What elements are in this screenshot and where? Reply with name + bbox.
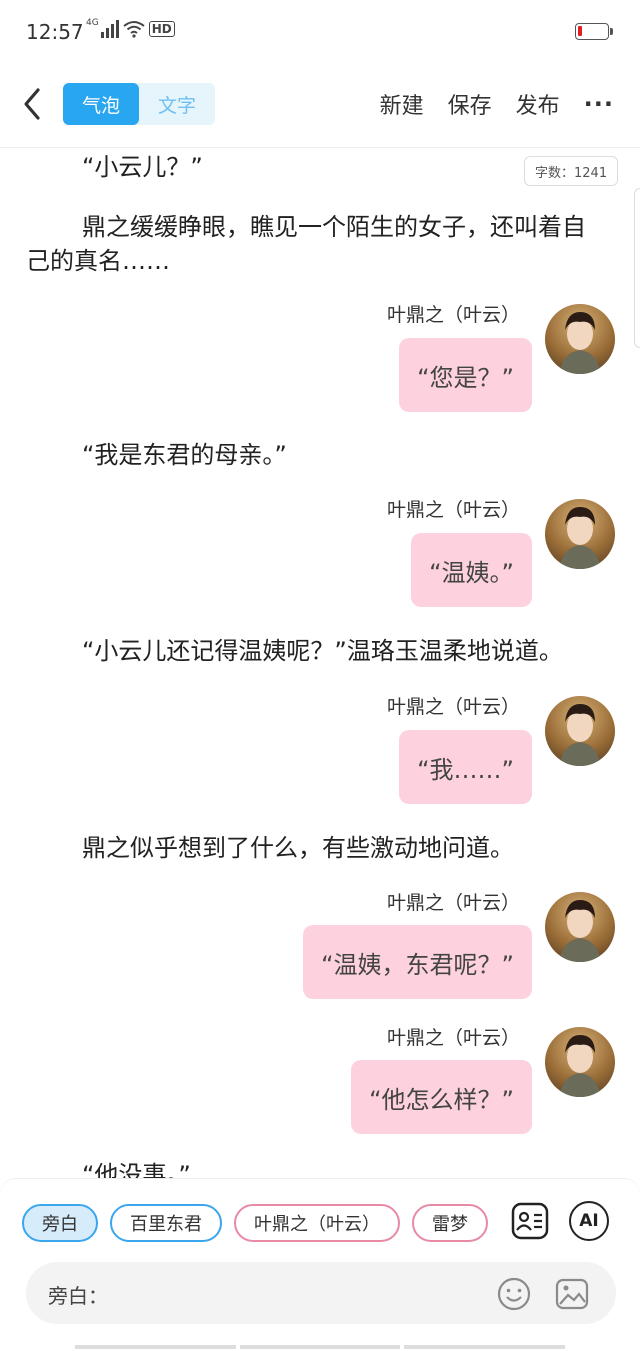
narration-paragraph[interactable]: “他没事。”: [26, 1158, 606, 1178]
chat-bubble[interactable]: “温姨。”: [411, 533, 532, 607]
composer-panel: 旁白 百里东君 叶鼎之（叶云） 雷梦 AI 旁白：: [0, 1178, 640, 1351]
speaker-name: 叶鼎之（叶云）: [386, 696, 520, 718]
role-chip-ye-dingzhi[interactable]: 叶鼎之（叶云）: [234, 1204, 400, 1242]
home-indicator: [75, 1345, 566, 1349]
image-icon[interactable]: [554, 1276, 590, 1312]
avatar-image: [559, 704, 601, 766]
avatar[interactable]: [545, 696, 615, 766]
back-icon[interactable]: [18, 84, 48, 124]
avatar-image: [559, 900, 601, 962]
network-type: 4G: [86, 18, 99, 28]
mode-switch: 气泡 文字: [63, 83, 215, 125]
role-chips: 旁白 百里东君 叶鼎之（叶云） 雷梦: [22, 1204, 492, 1244]
editor-header: 气泡 文字 新建 保存 发布 ···: [0, 66, 640, 148]
more-icon[interactable]: ···: [584, 90, 614, 118]
header-actions: 新建 保存 发布 ···: [380, 88, 614, 120]
role-chip-baili-dongjun[interactable]: 百里东君: [110, 1204, 222, 1242]
avatar-image: [559, 312, 601, 374]
hd-icon: HD: [148, 21, 175, 37]
ai-button[interactable]: AI: [569, 1201, 609, 1241]
new-button[interactable]: 新建: [380, 88, 424, 120]
tab-bubble[interactable]: 气泡: [63, 83, 139, 125]
save-button[interactable]: 保存: [448, 88, 492, 120]
speaker-name: 叶鼎之（叶云）: [386, 304, 520, 326]
role-chip-narration[interactable]: 旁白: [22, 1204, 98, 1242]
narration-paragraph[interactable]: “小云儿？”: [26, 150, 606, 184]
tab-text[interactable]: 文字: [139, 83, 215, 125]
word-count-badge: 字数：1241: [524, 156, 619, 186]
publish-button[interactable]: 发布: [516, 88, 560, 120]
chat-bubble[interactable]: “他怎么样？”: [351, 1060, 532, 1134]
narration-paragraph[interactable]: 鼎之缓缓睁眼，瞧见一个陌生的女子，还叫着自己的真名……: [26, 210, 606, 278]
speaker-name: 叶鼎之（叶云）: [386, 1027, 520, 1049]
input-role-label: 旁白：: [48, 1284, 108, 1308]
scrollbar[interactable]: [634, 188, 640, 348]
avatar[interactable]: [545, 892, 615, 962]
chat-bubble[interactable]: “温姨，东君呢？”: [303, 925, 532, 999]
wifi-icon: [123, 21, 145, 38]
speaker-name: 叶鼎之（叶云）: [386, 499, 520, 521]
signal-icon: [100, 20, 119, 38]
narration-paragraph[interactable]: 鼎之似乎想到了什么，有些激动地问道。: [26, 831, 606, 865]
character-card-icon[interactable]: [510, 1201, 550, 1241]
chat-bubble[interactable]: “您是？”: [399, 338, 532, 412]
battery-icon: [575, 23, 613, 40]
avatar[interactable]: [545, 1027, 615, 1097]
status-icons: 4G HD: [86, 18, 175, 38]
emoji-icon[interactable]: [496, 1276, 532, 1312]
avatar-image: [559, 507, 601, 569]
story-content[interactable]: “小云儿？” 字数：1241 鼎之缓缓睁眼，瞧见一个陌生的女子，还叫着自己的真名…: [0, 148, 640, 1178]
narration-paragraph[interactable]: “我是东君的母亲。”: [26, 438, 606, 472]
message-input[interactable]: 旁白：: [26, 1262, 616, 1324]
narration-paragraph[interactable]: “小云儿还记得温姨呢？”温珞玉温柔地说道。: [26, 634, 606, 668]
role-chip-lei-meng[interactable]: 雷梦: [412, 1204, 488, 1242]
status-time: 12:57: [26, 20, 84, 44]
chat-bubble[interactable]: “我……”: [399, 730, 532, 804]
avatar-image: [559, 1035, 601, 1097]
avatar[interactable]: [545, 499, 615, 569]
avatar[interactable]: [545, 304, 615, 374]
speaker-name: 叶鼎之（叶云）: [386, 892, 520, 914]
status-bar: 12:57 4G HD: [0, 0, 640, 66]
